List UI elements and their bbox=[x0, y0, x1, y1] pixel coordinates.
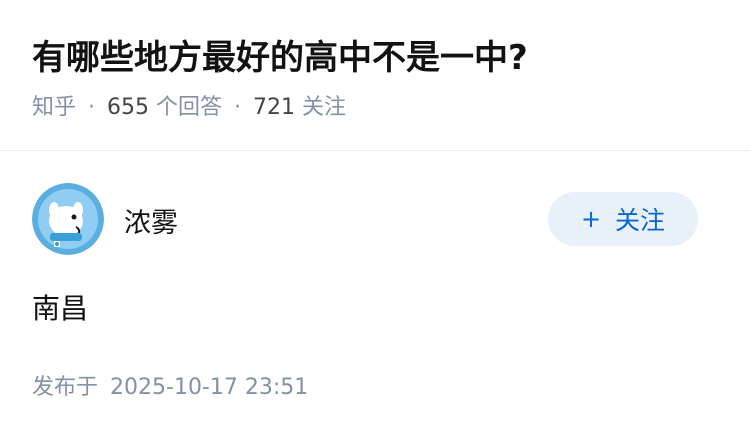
follow-button-label: 关注 bbox=[615, 206, 666, 235]
source-label[interactable]: 知乎 bbox=[32, 95, 76, 120]
author-name[interactable]: 浓雾 bbox=[124, 201, 178, 240]
answer-page: 有哪些地方最好的高中不是一中? 知乎 · 655 个回答 · 721 关注 浓雾 bbox=[0, 0, 750, 434]
question-meta: 知乎 · 655 个回答 · 721 关注 bbox=[32, 92, 722, 124]
question-header: 有哪些地方最好的高中不是一中? 知乎 · 655 个回答 · 721 关注 bbox=[32, 34, 722, 124]
meta-separator: · bbox=[234, 95, 242, 120]
meta-separator: · bbox=[88, 95, 96, 120]
divider bbox=[0, 150, 750, 151]
plus-icon: + bbox=[580, 205, 602, 233]
answer-content: 南昌 bbox=[32, 292, 89, 325]
follower-count: 721 bbox=[253, 95, 296, 120]
answer-count: 655 bbox=[107, 95, 150, 120]
avatar-image bbox=[32, 183, 104, 255]
author-row: 浓雾 + 关注 bbox=[32, 183, 698, 257]
answer-footer: 发布于 2025-10-17 23:51 bbox=[32, 369, 308, 401]
published-label: 发布于 bbox=[32, 375, 99, 400]
follow-button[interactable]: + 关注 bbox=[548, 192, 698, 246]
follower-count-label: 关注 bbox=[302, 95, 347, 120]
question-title[interactable]: 有哪些地方最好的高中不是一中? bbox=[32, 34, 722, 82]
published-time: 2025-10-17 23:51 bbox=[110, 375, 309, 400]
avatar[interactable] bbox=[32, 183, 104, 255]
answer-count-label: 个回答 bbox=[156, 95, 223, 120]
